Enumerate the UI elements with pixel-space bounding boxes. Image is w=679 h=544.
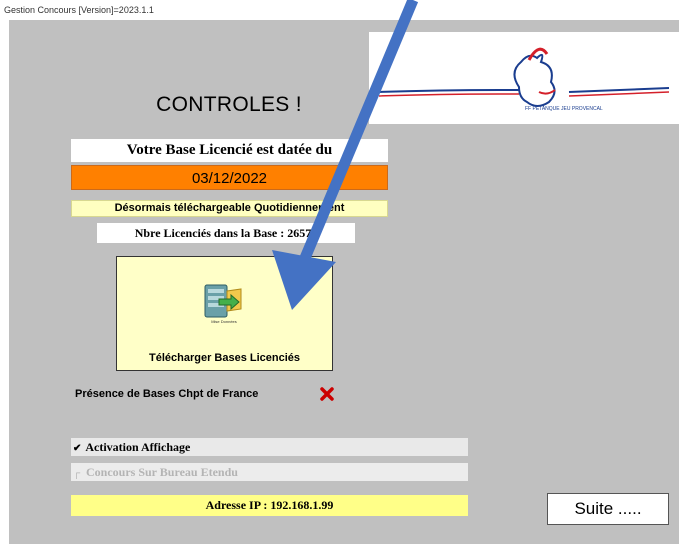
checkmark-icon: ✔ (73, 443, 82, 454)
logo-panel: FF PETANQUE JEU PROVENCAL (369, 32, 679, 124)
activation-affichage-label: Activation Affichage (85, 440, 191, 454)
main-window: FF PETANQUE JEU PROVENCAL CONTROLES ! Vo… (9, 20, 679, 544)
red-x-icon (319, 386, 335, 402)
daily-download-notice: Désormais téléchargeable Quotidiennement (71, 200, 388, 217)
presence-bases-label: Présence de Bases Chpt de France (75, 388, 259, 400)
concours-bureau-etendu-label: Concours Sur Bureau Etendu (86, 465, 238, 479)
concours-bureau-etendu-checkbox: ┌ Concours Sur Bureau Etendu (71, 463, 468, 481)
activation-affichage-checkbox[interactable]: ✔ Activation Affichage (71, 438, 468, 456)
window-titlebar: Gestion Concours [Version]=2023.1.1 (0, 0, 679, 20)
page-title: CONTROLES ! (156, 93, 302, 116)
suite-button[interactable]: Suite ..... (547, 493, 669, 525)
base-date-value: 03/12/2022 (71, 165, 388, 190)
licencies-count: Nbre Licenciés dans la Base : 26572 (97, 223, 355, 243)
database-download-icon: Mise Données (204, 284, 242, 324)
window-title: Gestion Concours [Version]=2023.1.1 (4, 5, 154, 15)
icon-caption: Mise Données (211, 319, 237, 324)
federation-logo: FF PETANQUE JEU PROVENCAL (378, 47, 670, 112)
ip-address: Adresse IP : 192.168.1.99 (71, 495, 468, 516)
download-licencies-button[interactable]: Mise Données Télécharger Bases Licenciés (116, 256, 333, 371)
logo-text: FF PETANQUE JEU PROVENCAL (525, 106, 603, 112)
base-date-label: Votre Base Licencié est datée du (71, 139, 388, 162)
checkbox-empty-icon: ┌ (73, 468, 81, 479)
download-button-label: Télécharger Bases Licenciés (148, 352, 301, 364)
